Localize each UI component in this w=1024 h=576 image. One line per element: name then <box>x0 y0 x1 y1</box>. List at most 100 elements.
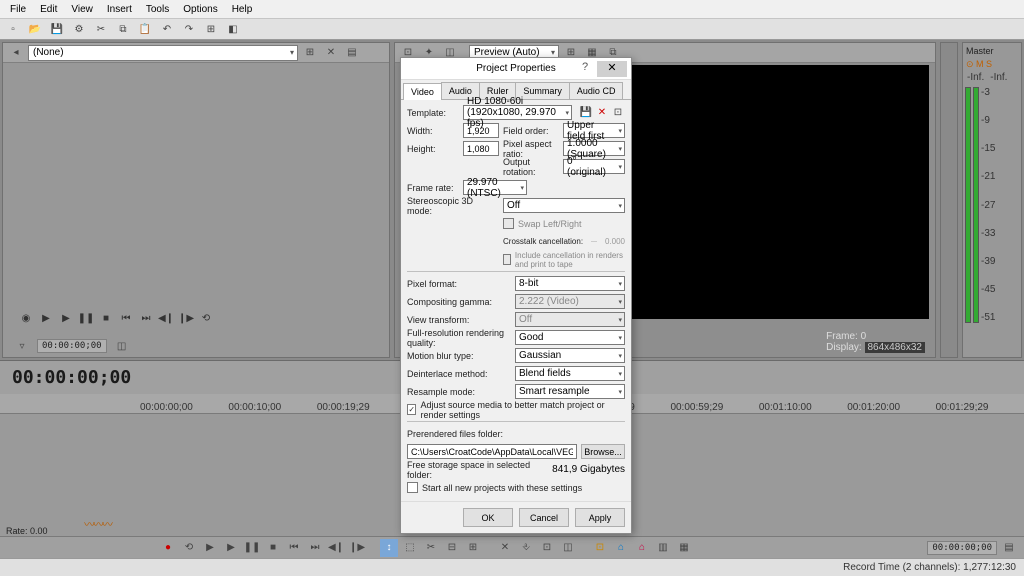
bt-play2-icon[interactable]: ▶ <box>222 539 240 557</box>
misc-icon[interactable]: ◧ <box>224 20 242 38</box>
prerendered-input[interactable] <box>407 444 577 459</box>
open-icon[interactable]: 📂 <box>26 20 44 38</box>
bt-start-icon[interactable]: ⏮ <box>285 539 303 557</box>
pixelaspect-select[interactable]: 1.0000 (Square) <box>563 141 625 156</box>
preview-info: Frame: 0 Display: 864x486x32 <box>826 331 925 353</box>
bt-play-icon[interactable]: ▶ <box>201 539 219 557</box>
media-opt2-icon[interactable]: ✕ <box>322 44 340 62</box>
match-media-icon[interactable]: ⊡ <box>611 106 625 120</box>
tool-m-icon[interactable]: ▦ <box>675 539 693 557</box>
media-record-icon[interactable]: ◉ <box>17 309 35 327</box>
startall-checkbox[interactable] <box>407 482 418 493</box>
delete-template-icon[interactable]: ✕ <box>595 106 609 120</box>
adjustsource-label: Adjust source media to better match proj… <box>420 400 625 420</box>
copy-icon[interactable]: ⧉ <box>114 20 132 38</box>
media-timecode: 00:00:00;00 <box>37 339 107 353</box>
meter-right <box>973 87 979 323</box>
menu-edit[interactable]: Edit <box>34 2 63 17</box>
fieldorder-select[interactable]: Upper field first <box>563 123 625 138</box>
new-project-icon[interactable]: ▫ <box>4 20 22 38</box>
apply-button[interactable]: Apply <box>575 508 625 527</box>
tool-h-icon[interactable]: ◫ <box>559 539 577 557</box>
media-split-icon[interactable]: ◫ <box>113 337 131 355</box>
includecancel-checkbox <box>503 254 511 265</box>
dialog-help-button[interactable]: ? <box>577 61 593 73</box>
tool-f-icon[interactable]: ⎀ <box>517 539 535 557</box>
media-back-icon[interactable]: ◂ <box>7 44 25 62</box>
media-opt3-icon[interactable]: ▤ <box>343 44 361 62</box>
framerate-select[interactable]: 29.970 (NTSC) <box>463 180 527 195</box>
bt-next-icon[interactable]: ❙▶ <box>348 539 366 557</box>
viewtransform-select: Off <box>515 312 625 327</box>
snap-icon[interactable]: ⊞ <box>202 20 220 38</box>
ok-button[interactable]: OK <box>463 508 513 527</box>
tool-j-icon[interactable]: ⌂ <box>612 539 630 557</box>
startall-label: Start all new projects with these settin… <box>422 483 582 493</box>
tool-a-icon[interactable]: ⬚ <box>401 539 419 557</box>
swaplr-label: Swap Left/Right <box>518 219 582 229</box>
media-pause-icon[interactable]: ❚❚ <box>77 309 95 327</box>
height-input[interactable] <box>463 141 499 156</box>
resample-select[interactable]: Smart resample <box>515 384 625 399</box>
record-icon[interactable]: ● <box>159 539 177 557</box>
media-stop-icon[interactable]: ■ <box>97 309 115 327</box>
tool-d-icon[interactable]: ⊞ <box>464 539 482 557</box>
adjustsource-checkbox[interactable]: ✓ <box>407 404 416 415</box>
menu-view[interactable]: View <box>65 2 99 17</box>
bt-end-icon[interactable]: ⏭ <box>306 539 324 557</box>
undo-icon[interactable]: ↶ <box>158 20 176 38</box>
tool-b-icon[interactable]: ✂ <box>422 539 440 557</box>
fullres-select[interactable]: Good <box>515 330 625 345</box>
properties-icon[interactable]: ⚙ <box>70 20 88 38</box>
master-panel: Master ⊙ M S -Inf.-Inf. -3-9-15 -21-27-3… <box>962 42 1022 358</box>
bt-pause-icon[interactable]: ❚❚ <box>243 539 261 557</box>
cut-icon[interactable]: ✂ <box>92 20 110 38</box>
tab-video[interactable]: Video <box>403 83 442 100</box>
framerate-label: Frame rate: <box>407 183 459 193</box>
pixelformat-select[interactable]: 8-bit <box>515 276 625 291</box>
master-buttons[interactable]: ⊙ M S <box>963 59 1021 70</box>
template-label: Template: <box>407 108 459 118</box>
tool-g-icon[interactable]: ⊡ <box>538 539 556 557</box>
compgamma-label: Compositing gamma: <box>407 297 511 307</box>
redo-icon[interactable]: ↷ <box>180 20 198 38</box>
save-icon[interactable]: 💾 <box>48 20 66 38</box>
media-loop-icon[interactable]: ⟲ <box>197 309 215 327</box>
cancel-button[interactable]: Cancel <box>519 508 569 527</box>
tool-c-icon[interactable]: ⊟ <box>443 539 461 557</box>
menu-file[interactable]: File <box>4 2 32 17</box>
menu-options[interactable]: Options <box>177 2 223 17</box>
stereo3d-select[interactable]: Off <box>503 198 625 213</box>
deinterlace-select[interactable]: Blend fields <box>515 366 625 381</box>
outputrot-select[interactable]: 0° (original) <box>563 159 625 174</box>
media-dropdown[interactable]: (None) <box>28 45 298 61</box>
tool-normal-icon[interactable]: ↕ <box>380 539 398 557</box>
media-end-icon[interactable]: ⏭ <box>137 309 155 327</box>
width-label: Width: <box>407 126 459 136</box>
dialog-close-button[interactable]: ✕ <box>597 61 627 77</box>
media-opt1-icon[interactable]: ⊞ <box>301 44 319 62</box>
tool-k-icon[interactable]: ⌂ <box>633 539 651 557</box>
tab-audiocd[interactable]: Audio CD <box>569 82 624 99</box>
media-start-icon[interactable]: ⏮ <box>117 309 135 327</box>
tool-e-icon[interactable]: ✕ <box>496 539 514 557</box>
save-template-icon[interactable]: 💾 <box>579 106 593 120</box>
media-play-icon[interactable]: ▶ <box>37 309 55 327</box>
paste-icon[interactable]: 📋 <box>136 20 154 38</box>
menu-help[interactable]: Help <box>226 2 259 17</box>
media-play2-icon[interactable]: ▶ <box>57 309 75 327</box>
motionblur-select[interactable]: Gaussian <box>515 348 625 363</box>
bt-prev-icon[interactable]: ◀❙ <box>327 539 345 557</box>
menu-tools[interactable]: Tools <box>140 2 175 17</box>
bt-stop-icon[interactable]: ■ <box>264 539 282 557</box>
bt-loop-icon[interactable]: ⟲ <box>180 539 198 557</box>
media-next-icon[interactable]: ❙▶ <box>177 309 195 327</box>
tool-l-icon[interactable]: ▥ <box>654 539 672 557</box>
template-select[interactable]: HD 1080-60i (1920x1080, 29.970 fps) <box>463 105 572 120</box>
media-marker-icon[interactable]: ▿ <box>13 337 31 355</box>
media-prev-icon[interactable]: ◀❙ <box>157 309 175 327</box>
menu-insert[interactable]: Insert <box>101 2 138 17</box>
browse-button[interactable]: Browse... <box>581 444 625 459</box>
tool-i-icon[interactable]: ⊡ <box>591 539 609 557</box>
bottom-opt-icon[interactable]: ▤ <box>1000 539 1018 557</box>
